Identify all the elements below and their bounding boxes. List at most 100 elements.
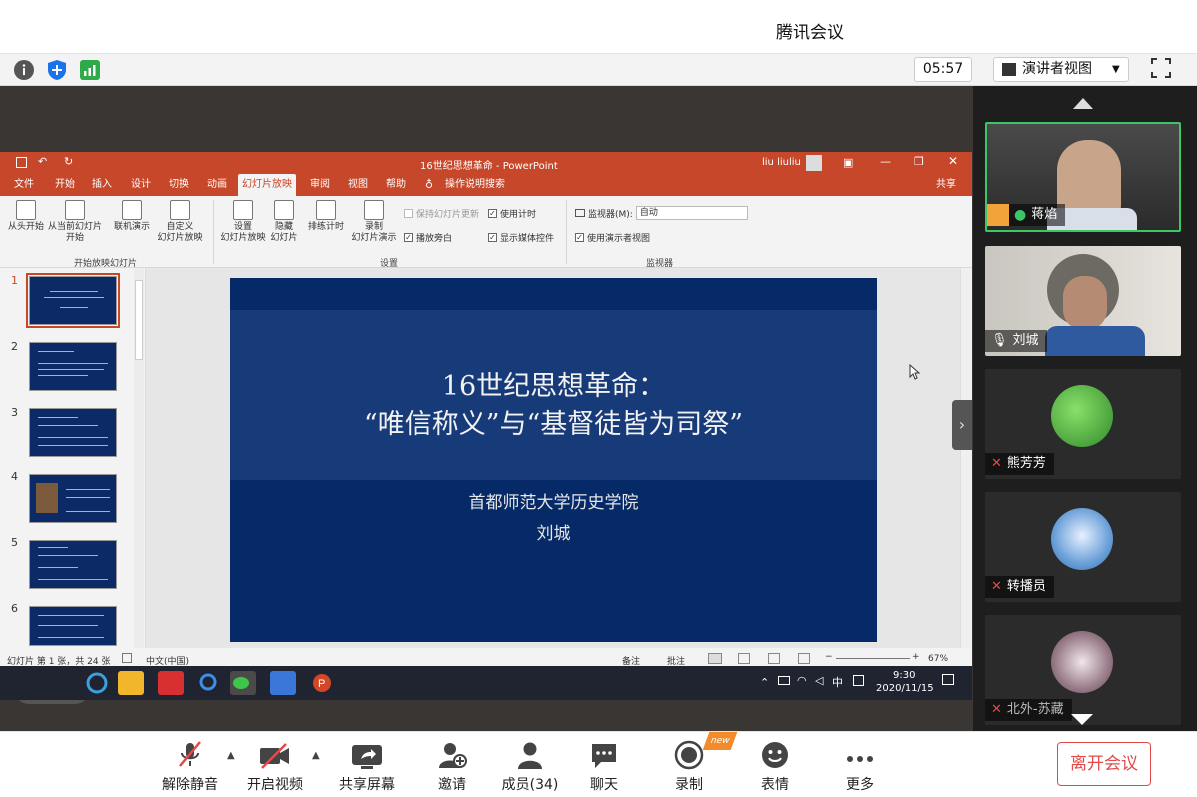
tab-transitions[interactable]: 切换	[165, 174, 193, 196]
start-video-button[interactable]: 开启视频	[239, 740, 311, 794]
security-shield-icon[interactable]	[45, 58, 69, 82]
tab-animations[interactable]: 动画	[203, 174, 231, 196]
zoom-in-icon[interactable]: +	[912, 652, 920, 662]
tray-expand-icon[interactable]: ⌃	[760, 676, 769, 689]
ime-indicator[interactable]: 中	[832, 674, 843, 690]
tencent-meeting-icon[interactable]	[270, 671, 296, 695]
scroll-down-arrow-icon[interactable]	[1071, 714, 1093, 725]
scroll-up-arrow-icon[interactable]	[1073, 98, 1093, 109]
use-timings-checkbox[interactable]: ✓ 使用计时	[488, 207, 536, 220]
ribbon-display-icon[interactable]: ▣	[843, 156, 853, 169]
participant-tile[interactable]: ● 蒋焰	[985, 122, 1181, 232]
layout-icon	[1002, 63, 1016, 76]
slide-thumbnail[interactable]	[29, 540, 117, 589]
news-app-icon[interactable]	[158, 671, 184, 695]
from-current-button[interactable]: 从当前幻灯片 开始	[46, 198, 104, 244]
slide-thumbnail[interactable]	[26, 273, 120, 328]
play-narration-checkbox[interactable]: ✓ 播放旁白	[404, 231, 452, 244]
monitor-dropdown[interactable]: 自动	[635, 206, 748, 220]
presenter-view-checkbox[interactable]: ✓ 使用演示者视图	[575, 231, 650, 244]
zoom-level[interactable]: 67%	[928, 654, 948, 664]
show-media-controls-checkbox[interactable]: ✓ 显示媒体控件	[488, 231, 554, 244]
reading-view-icon[interactable]	[768, 653, 780, 664]
zoom-out-icon[interactable]: −	[825, 652, 833, 662]
close-icon[interactable]: ✕	[948, 154, 958, 168]
more-button[interactable]: 更多	[824, 740, 896, 794]
mic-muted-icon[interactable]: ✕	[991, 453, 1002, 475]
search-app-icon[interactable]	[196, 671, 222, 695]
mic-muted-icon[interactable]: ✕	[991, 699, 1002, 721]
tab-file[interactable]: 文件	[10, 174, 38, 196]
mic-on-icon[interactable]: 🎙	[991, 330, 1008, 352]
file-explorer-icon[interactable]	[118, 671, 144, 695]
from-beginning-button[interactable]: 从头开始	[6, 198, 46, 233]
reactions-button[interactable]: 表情	[739, 740, 811, 794]
fullscreen-button[interactable]	[1150, 57, 1174, 81]
powerpoint-icon[interactable]: P	[309, 671, 335, 695]
unmute-button[interactable]: 解除静音	[154, 740, 226, 794]
members-button[interactable]: 成员(34)	[494, 740, 566, 794]
tab-help[interactable]: 帮助	[382, 174, 410, 196]
share-screen-button[interactable]: 共享屏幕	[331, 740, 403, 794]
slide-vertical-scrollbar[interactable]	[960, 268, 972, 648]
setup-slideshow-button[interactable]: 设置 幻灯片放映	[218, 198, 268, 244]
info-icon[interactable]	[12, 58, 36, 82]
keep-updated-checkbox[interactable]: 保持幻灯片更新	[404, 207, 479, 220]
network-signal-icon[interactable]	[78, 58, 102, 82]
record-slideshow-button[interactable]: 录制 幻灯片演示	[348, 198, 400, 244]
tell-me-search[interactable]: 操作说明搜索	[441, 174, 509, 196]
participant-name-tag: ● 蒋焰	[987, 204, 1066, 226]
audio-options-caret-icon[interactable]: ▲	[227, 750, 239, 762]
thumbnail-scrollbar[interactable]	[134, 268, 144, 648]
invite-button[interactable]: 邀请	[416, 740, 488, 794]
mic-on-icon[interactable]: ●	[1014, 204, 1026, 226]
undo-icon[interactable]: ↶	[38, 155, 47, 168]
ppt-share-button[interactable]: 共享	[932, 174, 960, 196]
custom-slideshow-button[interactable]: 自定义 幻灯片放映	[154, 198, 206, 244]
notification-icon[interactable]	[942, 674, 954, 685]
hide-slide-button[interactable]: 隐藏 幻灯片	[268, 198, 300, 244]
camera-off-icon	[239, 740, 311, 770]
scroll-thumb[interactable]	[135, 280, 143, 360]
participant-tile[interactable]: 🎙 刘城	[985, 246, 1181, 356]
panel-toggle-button[interactable]: ›	[952, 400, 972, 450]
mic-muted-icon[interactable]: ✕	[991, 576, 1002, 598]
leave-meeting-button[interactable]: 离开会议	[1057, 742, 1151, 786]
participant-tile[interactable]: ✕ 北外-苏藏	[985, 615, 1181, 725]
volume-icon[interactable]: ◁	[815, 674, 823, 687]
tab-review[interactable]: 审阅	[306, 174, 334, 196]
slide-thumbnail[interactable]	[29, 474, 117, 523]
slide-thumbnail[interactable]	[29, 342, 117, 391]
save-icon[interactable]	[16, 157, 27, 168]
user-avatar-icon[interactable]	[806, 155, 822, 171]
video-options-caret-icon[interactable]: ▲	[312, 750, 324, 762]
restore-icon[interactable]: ❐	[914, 155, 924, 168]
tab-slideshow[interactable]: 幻灯片放映	[238, 174, 296, 196]
slide-sorter-icon[interactable]	[738, 653, 750, 664]
view-mode-dropdown[interactable]: 演讲者视图 ▼	[993, 57, 1129, 82]
wechat-icon[interactable]	[230, 671, 256, 695]
slide-thumbnail[interactable]	[29, 606, 117, 646]
wifi-icon[interactable]: ◠	[797, 674, 807, 687]
slideshow-view-icon[interactable]	[798, 653, 810, 664]
tab-view[interactable]: 视图	[344, 174, 372, 196]
tab-home[interactable]: 开始	[51, 174, 79, 196]
present-online-button[interactable]: 联机演示	[110, 198, 154, 233]
ime-mode-icon[interactable]	[853, 675, 864, 686]
minimize-icon[interactable]: —	[880, 155, 891, 168]
zoom-slider[interactable]	[836, 658, 910, 659]
redo-icon[interactable]: ↻	[64, 155, 73, 168]
tab-insert[interactable]: 插入	[88, 174, 116, 196]
participant-tile[interactable]: ✕ 转播员	[985, 492, 1181, 602]
battery-icon[interactable]	[778, 676, 790, 685]
participant-tile[interactable]: ✕ 熊芳芳	[985, 369, 1181, 479]
edge-browser-icon[interactable]	[84, 671, 110, 695]
rehearse-timings-button[interactable]: 排练计时	[304, 198, 348, 233]
spellcheck-icon[interactable]	[122, 653, 132, 663]
chat-button[interactable]: 聊天	[568, 740, 640, 794]
clock-date[interactable]: 2020/11/15	[876, 683, 934, 694]
normal-view-icon[interactable]	[708, 653, 722, 664]
tab-design[interactable]: 设计	[127, 174, 155, 196]
clock-time[interactable]: 9:30	[893, 670, 915, 681]
slide-thumbnail[interactable]	[29, 408, 117, 457]
